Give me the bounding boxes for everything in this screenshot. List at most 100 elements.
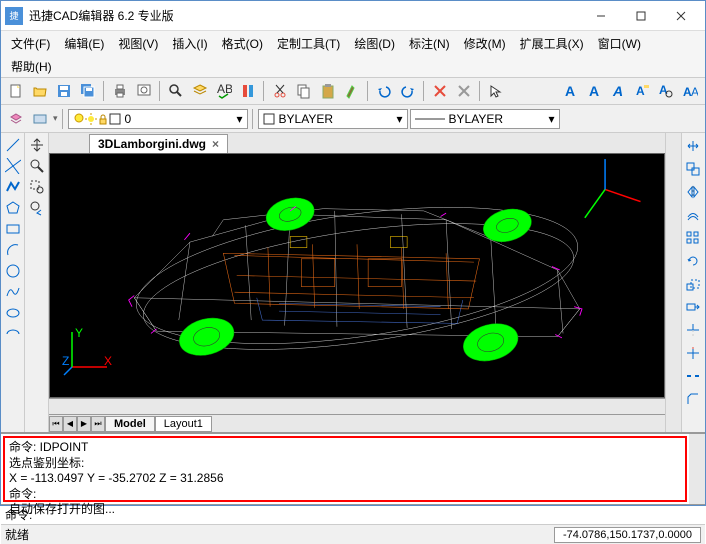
close-button[interactable] bbox=[661, 2, 701, 30]
menubar-row2: 帮助(H) bbox=[1, 55, 705, 77]
cmd-line: 命令: IDPOINT bbox=[9, 440, 681, 456]
polygon-icon[interactable] bbox=[3, 198, 23, 218]
text-a2-icon[interactable]: A bbox=[583, 80, 605, 102]
stretch-icon[interactable] bbox=[682, 296, 704, 318]
oops-icon[interactable] bbox=[453, 80, 475, 102]
toolbar-layers: ▾ 0 ▾ BYLAYER ▾ BYLAYER ▾ bbox=[1, 105, 705, 133]
menu-annot[interactable]: 标注(N) bbox=[403, 33, 456, 54]
break-icon[interactable] bbox=[682, 365, 704, 387]
sun-icon bbox=[85, 113, 97, 125]
right-toolbar bbox=[681, 133, 705, 432]
offset-icon[interactable] bbox=[682, 204, 704, 226]
mirror-icon[interactable] bbox=[682, 181, 704, 203]
erase-icon[interactable] bbox=[429, 80, 451, 102]
titlebar: 捷 迅捷CAD编辑器 6.2 专业版 bbox=[1, 1, 705, 31]
match-icon[interactable] bbox=[341, 80, 363, 102]
open-icon[interactable] bbox=[29, 80, 51, 102]
separator bbox=[159, 81, 161, 101]
spline-icon[interactable] bbox=[3, 282, 23, 302]
zoom-window-icon[interactable] bbox=[27, 177, 47, 197]
ellipse-icon[interactable] bbox=[3, 303, 23, 323]
menu-file[interactable]: 文件(F) bbox=[5, 33, 56, 54]
tab-layout1[interactable]: Layout1 bbox=[155, 416, 212, 432]
wireframe-model bbox=[50, 154, 664, 397]
tab-first-icon[interactable]: ⏮ bbox=[49, 416, 63, 432]
command-scrollbar[interactable] bbox=[689, 434, 705, 504]
rectangle-icon[interactable] bbox=[3, 219, 23, 239]
linetype-combo[interactable]: BYLAYER ▾ bbox=[410, 109, 560, 129]
paste-icon[interactable] bbox=[317, 80, 339, 102]
xline-icon[interactable] bbox=[3, 156, 23, 176]
text-style-icon[interactable]: A bbox=[607, 80, 629, 102]
copy-icon[interactable] bbox=[293, 80, 315, 102]
ellipse-arc-icon[interactable] bbox=[3, 324, 23, 344]
cmd-line: 命令: bbox=[9, 487, 681, 503]
scale-icon[interactable] bbox=[682, 273, 704, 295]
text-edit-icon[interactable]: A bbox=[631, 80, 653, 102]
arc-icon[interactable] bbox=[3, 240, 23, 260]
menu-insert[interactable]: 插入(I) bbox=[166, 33, 213, 54]
polyline-icon[interactable] bbox=[3, 177, 23, 197]
app-icon: 捷 bbox=[5, 7, 23, 25]
find-icon[interactable] bbox=[165, 80, 187, 102]
tab-prev-icon[interactable]: ◀ bbox=[63, 416, 77, 432]
layer-manager-icon[interactable] bbox=[5, 108, 27, 130]
layout-tabs: ⏮ ◀ ▶ ⏭ Model Layout1 bbox=[49, 414, 665, 432]
tab-model[interactable]: Model bbox=[105, 416, 155, 432]
menu-view[interactable]: 视图(V) bbox=[112, 33, 164, 54]
properties-icon[interactable] bbox=[237, 80, 259, 102]
tab-last-icon[interactable]: ⏭ bbox=[91, 416, 105, 432]
cmd-line: 选点鉴别坐标: bbox=[9, 456, 681, 472]
separator bbox=[367, 81, 369, 101]
zoom-prev-icon[interactable] bbox=[27, 198, 47, 218]
new-icon[interactable] bbox=[5, 80, 27, 102]
text-scale-icon[interactable]: AA bbox=[679, 80, 701, 102]
menu-custom[interactable]: 定制工具(T) bbox=[271, 33, 346, 54]
menu-format[interactable]: 格式(O) bbox=[216, 33, 269, 54]
pan-icon[interactable] bbox=[27, 135, 47, 155]
vertical-scrollbar[interactable] bbox=[665, 133, 681, 432]
color-combo[interactable]: BYLAYER ▾ bbox=[258, 109, 408, 129]
color-icon bbox=[263, 113, 275, 125]
rotate-icon[interactable] bbox=[682, 250, 704, 272]
menu-modify[interactable]: 修改(M) bbox=[458, 33, 512, 54]
zoom-realtime-icon[interactable] bbox=[27, 156, 47, 176]
menu-help[interactable]: 帮助(H) bbox=[5, 56, 58, 77]
cut-icon[interactable] bbox=[269, 80, 291, 102]
move-icon[interactable] bbox=[682, 135, 704, 157]
preview-icon[interactable] bbox=[133, 80, 155, 102]
layer-states-icon[interactable] bbox=[29, 108, 51, 130]
text-a-icon[interactable]: A bbox=[559, 80, 581, 102]
minimize-button[interactable] bbox=[581, 2, 621, 30]
menu-window[interactable]: 窗口(W) bbox=[592, 33, 647, 54]
array-icon[interactable] bbox=[682, 227, 704, 249]
file-tab[interactable]: 3DLamborgini.dwg × bbox=[89, 134, 228, 153]
select-icon[interactable] bbox=[485, 80, 507, 102]
circle-icon[interactable] bbox=[3, 261, 23, 281]
close-tab-icon[interactable]: × bbox=[212, 137, 219, 151]
save-icon[interactable] bbox=[53, 80, 75, 102]
spellcheck-icon[interactable]: ABC bbox=[213, 80, 235, 102]
saveall-icon[interactable] bbox=[77, 80, 99, 102]
bulb-icon bbox=[73, 113, 85, 125]
horizontal-scrollbar[interactable] bbox=[49, 398, 665, 414]
menu-draw[interactable]: 绘图(D) bbox=[348, 33, 401, 54]
layers-icon[interactable] bbox=[189, 80, 211, 102]
menu-ext[interactable]: 扩展工具(X) bbox=[514, 33, 590, 54]
line-icon[interactable] bbox=[3, 135, 23, 155]
menu-edit[interactable]: 编辑(E) bbox=[58, 33, 110, 54]
extend-icon[interactable] bbox=[682, 342, 704, 364]
trim-icon[interactable] bbox=[682, 319, 704, 341]
drawing-canvas[interactable]: X Y Z bbox=[49, 153, 665, 398]
maximize-button[interactable] bbox=[621, 2, 661, 30]
undo-icon[interactable] bbox=[373, 80, 395, 102]
tab-next-icon[interactable]: ▶ bbox=[77, 416, 91, 432]
layer-combo[interactable]: 0 ▾ bbox=[68, 109, 248, 129]
chamfer-icon[interactable] bbox=[682, 388, 704, 410]
workspace: 3DLamborgini.dwg × bbox=[1, 133, 705, 432]
chevron-down-icon: ▾ bbox=[393, 112, 403, 126]
redo-icon[interactable] bbox=[397, 80, 419, 102]
copy-obj-icon[interactable] bbox=[682, 158, 704, 180]
print-icon[interactable] bbox=[109, 80, 131, 102]
text-find-icon[interactable]: A bbox=[655, 80, 677, 102]
